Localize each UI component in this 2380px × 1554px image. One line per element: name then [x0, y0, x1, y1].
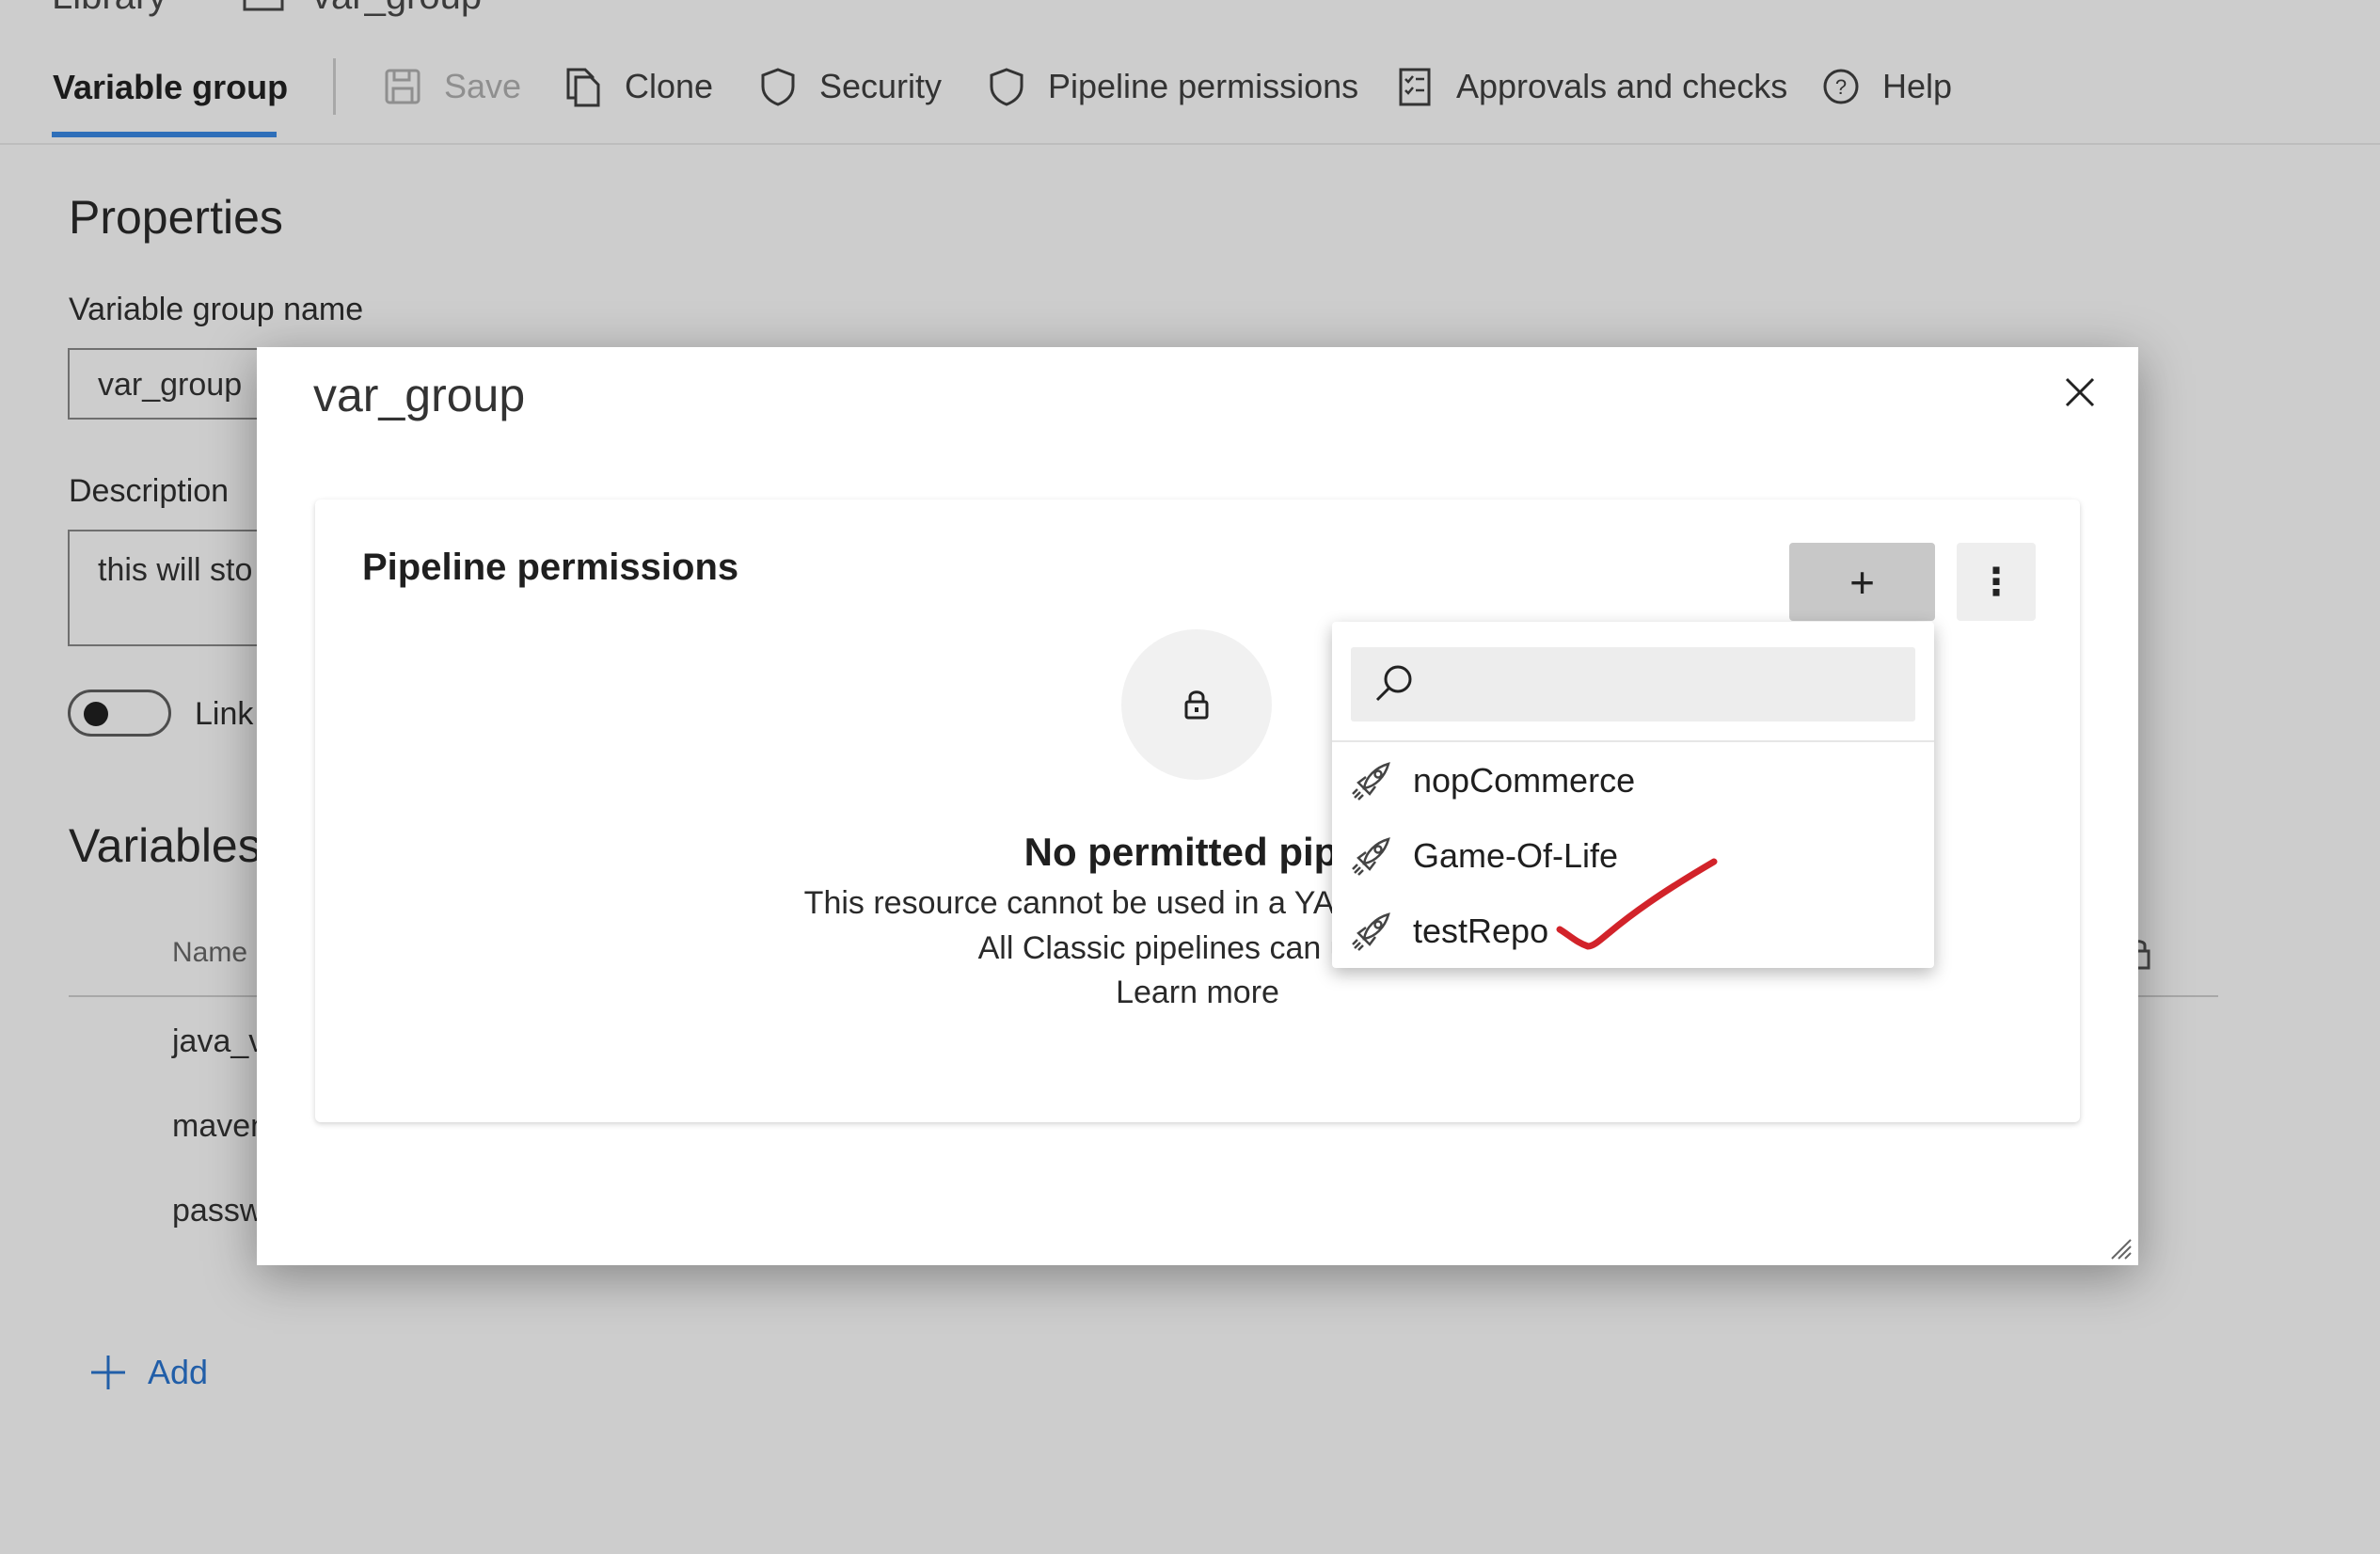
learn-more-link[interactable]: Learn more: [315, 975, 2080, 1011]
tab-variable-group[interactable]: Variable group: [53, 68, 288, 107]
toolbar-divider: [333, 58, 336, 115]
library-icon: [243, 0, 284, 11]
approvals-label: Approvals and checks: [1456, 67, 1788, 105]
variable-row-name[interactable]: maven: [172, 1108, 268, 1145]
help-button[interactable]: ? Help: [1822, 58, 1952, 115]
dialog-title: var_group: [313, 369, 526, 421]
plus-icon: +: [1849, 557, 1875, 607]
security-label: Security: [819, 67, 943, 105]
clone-button[interactable]: Clone: [564, 58, 713, 115]
pipeline-permissions-label: Pipeline permissions: [1048, 67, 1359, 105]
help-label: Help: [1882, 67, 1953, 105]
rocket-icon: [1352, 762, 1390, 801]
variable-group-name-label: Variable group name: [69, 292, 364, 327]
resize-grip-icon[interactable]: [2108, 1236, 2133, 1261]
lock-illustration: [1121, 629, 1272, 780]
checklist-icon: [1399, 68, 1431, 106]
shield-icon: [761, 68, 795, 106]
breadcrumb-library-link[interactable]: Library: [52, 0, 167, 18]
variable-group-name-value: var_group: [98, 367, 243, 403]
close-icon: [2065, 377, 2095, 407]
variables-heading: Variables: [69, 819, 262, 872]
properties-heading: Properties: [69, 191, 283, 244]
close-dialog-button[interactable]: [2054, 366, 2106, 419]
shield-icon: [990, 68, 1023, 106]
variable-row-name[interactable]: passw: [172, 1193, 262, 1229]
active-tab-indicator: [52, 132, 277, 137]
add-variable-button[interactable]: Add: [89, 1353, 208, 1392]
pipeline-search-input[interactable]: [1436, 647, 1900, 723]
rocket-icon: [1352, 837, 1390, 876]
save-icon: [385, 69, 420, 104]
link-toggle-label: Link: [195, 696, 254, 732]
clone-label: Clone: [625, 67, 714, 105]
description-label: Description: [69, 473, 230, 509]
dropdown-divider: [1332, 740, 1934, 742]
name-column-header: Name: [172, 937, 248, 968]
variable-row-name[interactable]: java_v: [172, 1023, 264, 1060]
save-label: Save: [444, 67, 522, 105]
pipeline-option-label: nopCommerce: [1413, 761, 1636, 800]
search-icon: [1375, 665, 1412, 702]
more-options-button[interactable]: ⋮: [1957, 543, 2036, 621]
annotation-checkmark-icon: [1556, 858, 1718, 950]
security-button[interactable]: Security: [759, 58, 942, 115]
pipeline-permissions-button[interactable]: Pipeline permissions: [988, 58, 1358, 115]
plus-icon: [91, 1356, 125, 1389]
pipeline-option-label: testRepo: [1413, 912, 1549, 950]
link-secrets-toggle[interactable]: [68, 690, 171, 737]
rocket-icon: [1352, 912, 1390, 951]
approvals-and-checks-button[interactable]: Approvals and checks: [1396, 58, 1787, 115]
pipeline-search-box[interactable]: [1351, 647, 1915, 723]
add-pipeline-button[interactable]: +: [1789, 543, 1935, 621]
description-value: this will sto: [98, 552, 253, 588]
breadcrumb-current: var_group: [312, 0, 482, 18]
help-icon: ?: [1823, 69, 1859, 104]
more-vertical-icon: ⋮: [1977, 561, 2015, 603]
clone-icon: [566, 68, 600, 107]
card-title: Pipeline permissions: [362, 547, 739, 588]
svg-text:?: ?: [1835, 75, 1847, 99]
save-button[interactable]: Save: [384, 58, 521, 115]
add-variable-label: Add: [148, 1353, 209, 1391]
lock-icon: [1184, 690, 1209, 720]
pipeline-option-nopcommerce[interactable]: nopCommerce: [1332, 743, 1934, 818]
